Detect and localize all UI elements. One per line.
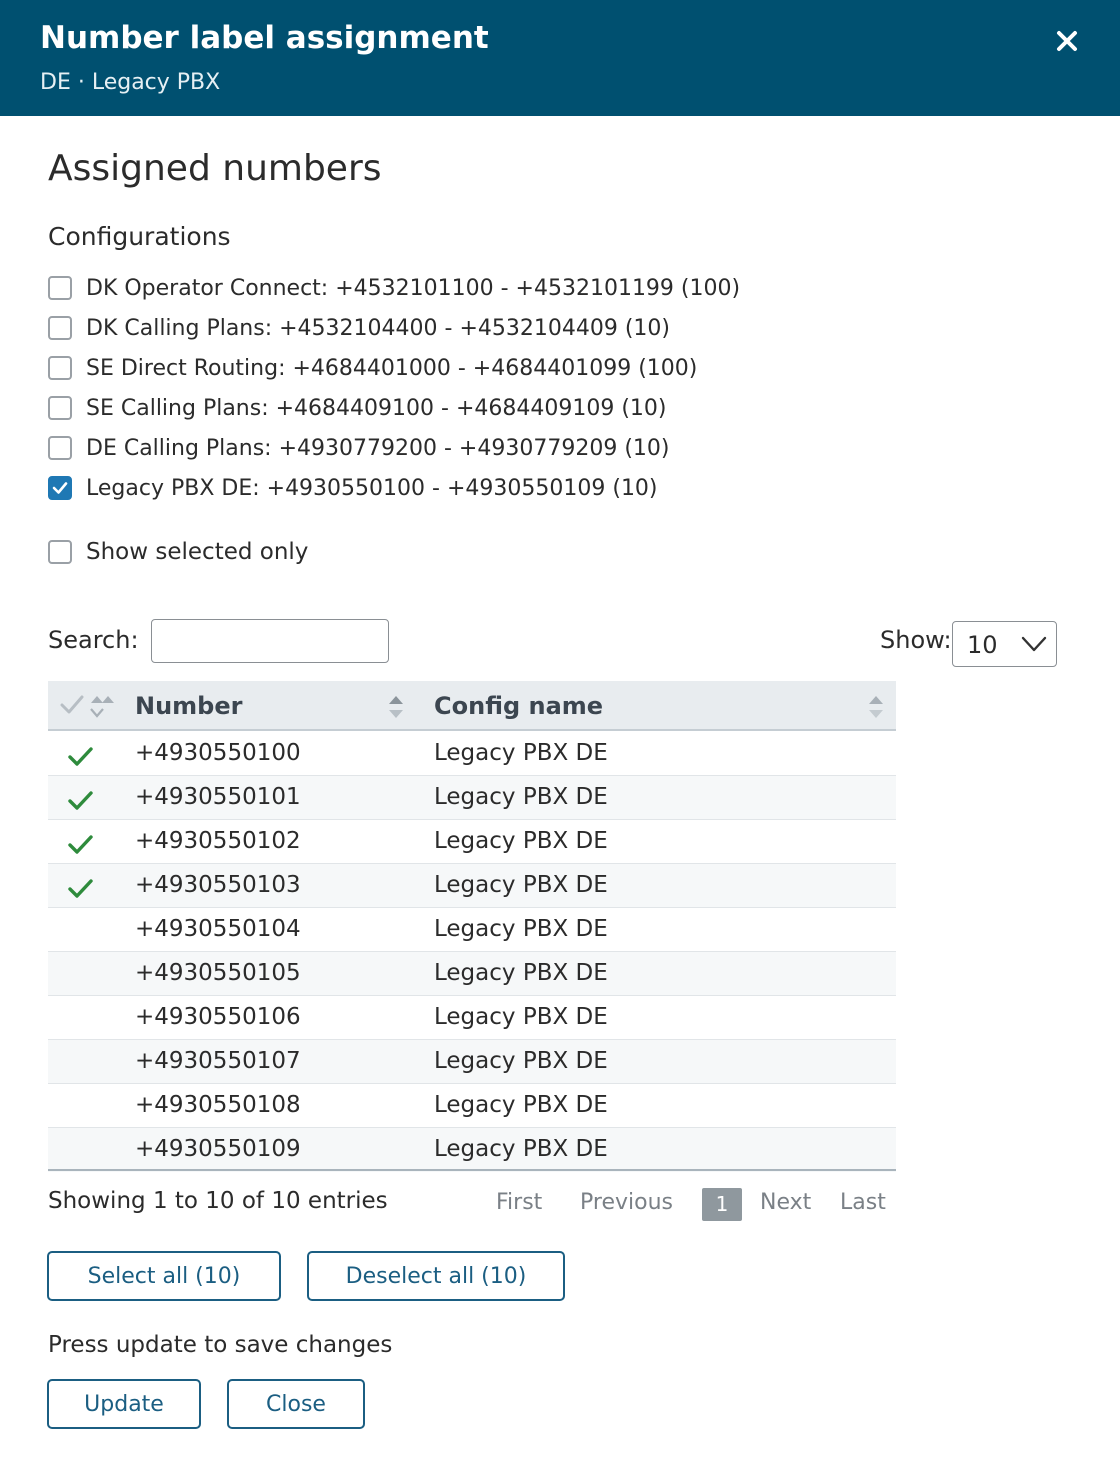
config-checkbox[interactable] [48,276,72,300]
config-option[interactable]: DK Calling Plans: +4532104400 - +4532104… [48,314,670,342]
config-checkbox[interactable] [48,436,72,460]
number-cell: +4930550109 [135,1136,301,1162]
table-row[interactable]: +4930550102 Legacy PBX DE [48,820,896,864]
config-cell: Legacy PBX DE [434,872,608,898]
config-option[interactable]: SE Direct Routing: +4684401000 - +468440… [48,354,697,382]
close-button[interactable]: Close [227,1379,365,1429]
column-header-config-name[interactable]: Config name [434,692,603,720]
config-checkbox[interactable] [48,476,72,500]
config-label: DK Operator Connect: +4532101100 - +4532… [86,275,741,301]
table-row[interactable]: +4930550105 Legacy PBX DE [48,952,896,996]
page-size-select[interactable]: 10 [952,621,1057,667]
dialog-header: Number label assignment DE · Legacy PBX [0,0,1120,116]
config-checkbox[interactable] [48,396,72,420]
table-row[interactable]: +4930550108 Legacy PBX DE [48,1084,896,1128]
number-cell: +4930550100 [135,740,301,766]
select-column-sort-icon[interactable] [88,692,118,726]
config-checkbox[interactable] [48,356,72,380]
table-row[interactable]: +4930550109 Legacy PBX DE [48,1128,896,1172]
config-cell: Legacy PBX DE [434,1136,608,1162]
config-label: DK Calling Plans: +4532104400 - +4532104… [86,315,670,341]
check-icon [68,878,94,906]
config-cell: Legacy PBX DE [434,1048,608,1074]
pagination-next[interactable]: Next [760,1190,811,1215]
number-cell: +4930550107 [135,1048,301,1074]
page-size-value: 10 [967,631,998,659]
sort-icon[interactable] [387,693,405,725]
pagination-current-page[interactable]: 1 [702,1188,742,1221]
show-selected-only-option[interactable]: Show selected only [48,538,308,566]
config-cell: Legacy PBX DE [434,916,608,942]
config-label: SE Direct Routing: +4684401000 - +468440… [86,355,698,381]
config-label: Legacy PBX DE: +4930550100 - +4930550109… [86,475,658,501]
pagination-last[interactable]: Last [840,1190,886,1215]
table-info: Showing 1 to 10 of 10 entries [48,1188,388,1214]
config-option[interactable]: SE Calling Plans: +4684409100 - +4684409… [48,394,667,422]
number-cell: +4930550102 [135,828,301,854]
table-header: Number Config name [48,681,896,731]
number-cell: +4930550106 [135,1004,301,1030]
show-selected-only-checkbox[interactable] [48,540,72,564]
configurations-title: Configurations [48,222,231,251]
config-label: DE Calling Plans: +4930779200 - +4930779… [86,435,670,461]
table-row[interactable]: +4930550104 Legacy PBX DE [48,908,896,952]
search-label: Search: [48,626,139,654]
dialog-title: Number label assignment [40,20,489,56]
table-row[interactable]: +4930550106 Legacy PBX DE [48,996,896,1040]
config-cell: Legacy PBX DE [434,828,608,854]
column-header-number[interactable]: Number [135,692,242,720]
deselect-all-button[interactable]: Deselect all (10) [307,1251,565,1301]
config-cell: Legacy PBX DE [434,784,608,810]
config-cell: Legacy PBX DE [434,740,608,766]
number-cell: +4930550101 [135,784,301,810]
section-title: Assigned numbers [48,148,382,189]
save-hint: Press update to save changes [48,1332,393,1358]
check-icon [68,834,94,862]
show-label: Show: [880,626,952,654]
table-row[interactable]: +4930550101 Legacy PBX DE [48,776,896,820]
pagination-first[interactable]: First [496,1190,542,1215]
config-option[interactable]: DE Calling Plans: +4930779200 - +4930779… [48,434,669,462]
config-option[interactable]: DK Operator Connect: +4532101100 - +4532… [48,274,740,302]
config-cell: Legacy PBX DE [434,1004,608,1030]
table-row[interactable]: +4930550107 Legacy PBX DE [48,1040,896,1084]
number-cell: +4930550105 [135,960,301,986]
number-cell: +4930550103 [135,872,301,898]
table-row[interactable]: +4930550100 Legacy PBX DE [48,732,896,776]
check-icon [68,746,94,774]
number-cell: +4930550108 [135,1092,301,1118]
table-row[interactable]: +4930550103 Legacy PBX DE [48,864,896,908]
number-cell: +4930550104 [135,916,301,942]
close-icon[interactable] [1052,26,1082,56]
pagination-previous[interactable]: Previous [580,1190,673,1215]
show-selected-only-label: Show selected only [86,539,309,565]
sort-icon[interactable] [867,693,885,725]
config-label: SE Calling Plans: +4684409100 - +4684409… [86,395,667,421]
chevron-down-icon [1021,634,1047,658]
update-button[interactable]: Update [47,1379,201,1429]
config-cell: Legacy PBX DE [434,1092,608,1118]
check-icon [68,790,94,818]
select-column-check-icon[interactable] [60,694,84,720]
search-input[interactable] [151,619,389,663]
table-bottom-divider [48,1169,896,1171]
dialog-subtitle: DE · Legacy PBX [40,70,221,95]
config-option[interactable]: Legacy PBX DE: +4930550100 - +4930550109… [48,474,658,502]
config-cell: Legacy PBX DE [434,960,608,986]
config-checkbox[interactable] [48,316,72,340]
select-all-button[interactable]: Select all (10) [47,1251,281,1301]
